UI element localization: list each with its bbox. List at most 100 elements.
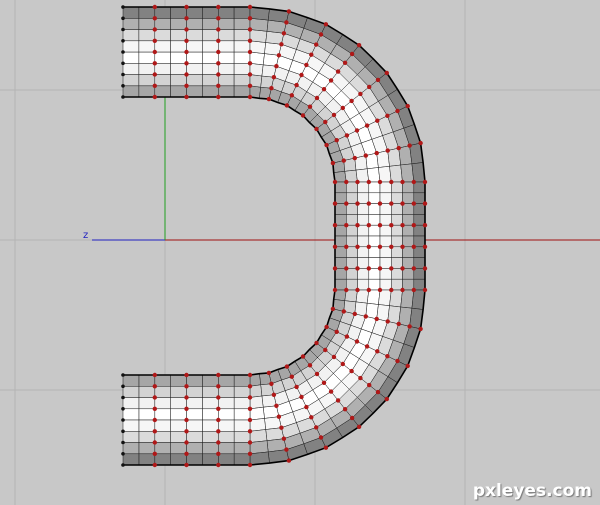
mesh-face xyxy=(346,235,358,248)
mesh-face xyxy=(391,203,403,215)
control-point xyxy=(184,429,189,434)
control-point xyxy=(328,389,334,394)
mesh-face xyxy=(154,51,171,64)
control-point xyxy=(389,201,394,206)
mesh-face xyxy=(334,246,347,258)
control-point xyxy=(334,138,339,143)
mesh-face xyxy=(170,397,187,410)
end-point xyxy=(121,440,125,445)
mesh-face xyxy=(346,268,358,280)
control-point xyxy=(247,395,253,400)
mesh-face xyxy=(154,408,171,421)
mesh-face xyxy=(138,386,156,398)
control-point xyxy=(352,155,357,161)
modeling-viewport[interactable]: z pxleyes.com xyxy=(0,0,600,505)
mesh-face xyxy=(122,74,140,87)
mesh-face xyxy=(346,203,358,215)
control-point xyxy=(284,20,289,25)
mesh-face xyxy=(357,203,370,215)
control-point xyxy=(340,105,345,111)
mesh-face xyxy=(122,40,140,53)
control-point xyxy=(377,266,383,271)
control-point xyxy=(334,329,339,334)
control-point xyxy=(332,266,338,271)
control-point xyxy=(356,424,362,429)
mesh-face xyxy=(138,6,156,19)
mesh-face xyxy=(218,29,235,42)
control-point xyxy=(184,72,189,77)
control-point xyxy=(375,118,380,123)
mesh-face xyxy=(122,51,140,64)
mesh-face xyxy=(186,63,203,75)
control-point xyxy=(323,445,329,450)
control-point xyxy=(355,266,360,271)
control-point xyxy=(407,324,412,329)
mesh-face xyxy=(138,85,156,98)
control-point xyxy=(184,440,189,445)
control-point xyxy=(184,451,189,456)
mesh-face xyxy=(186,442,203,455)
control-point xyxy=(328,78,334,83)
mesh-face xyxy=(379,246,392,258)
mesh-face xyxy=(389,289,403,308)
control-point xyxy=(422,244,428,249)
mesh-face xyxy=(379,203,392,215)
mesh-face xyxy=(218,419,235,432)
control-point xyxy=(184,61,189,66)
mesh-face xyxy=(391,181,403,194)
control-point xyxy=(216,440,221,445)
mesh-face xyxy=(233,74,251,87)
control-point xyxy=(247,49,253,55)
mesh-face xyxy=(202,18,219,30)
mesh-face xyxy=(122,453,140,466)
control-point xyxy=(266,96,272,102)
control-point xyxy=(377,287,383,293)
mesh-face xyxy=(413,214,426,226)
control-point xyxy=(247,384,253,389)
control-point xyxy=(332,179,338,185)
mesh-face xyxy=(233,29,251,42)
control-point xyxy=(152,406,157,411)
mesh-face xyxy=(154,40,171,53)
control-point xyxy=(400,266,405,271)
control-point xyxy=(184,462,189,468)
z-axis-label: z xyxy=(83,230,89,241)
mesh-face xyxy=(122,431,140,443)
control-point xyxy=(318,435,324,440)
control-point xyxy=(374,316,379,322)
mesh-face xyxy=(202,408,219,421)
mesh-face xyxy=(368,278,381,291)
mesh-face xyxy=(334,181,347,194)
control-point xyxy=(341,309,346,314)
end-point xyxy=(121,5,125,9)
control-point xyxy=(418,140,423,146)
control-point xyxy=(216,27,221,32)
control-point xyxy=(152,429,157,434)
mesh-face xyxy=(389,164,403,183)
mesh-face xyxy=(122,85,140,98)
control-point xyxy=(418,326,423,332)
mesh-face xyxy=(202,51,219,64)
mesh-face xyxy=(154,374,171,387)
control-point xyxy=(400,223,405,228)
control-point xyxy=(216,72,221,77)
control-point xyxy=(323,347,328,353)
mesh-face xyxy=(186,18,203,30)
mesh-face xyxy=(249,18,269,32)
mesh-face xyxy=(379,257,392,269)
end-point xyxy=(121,84,125,88)
control-point xyxy=(152,384,157,389)
mesh-face xyxy=(170,442,187,455)
mesh-face xyxy=(402,257,415,269)
mesh-face xyxy=(357,268,370,280)
mesh-face xyxy=(154,74,171,87)
mesh-face xyxy=(368,246,381,258)
control-point xyxy=(269,381,274,386)
end-point xyxy=(121,452,125,456)
end-point xyxy=(121,72,125,77)
control-point xyxy=(396,321,401,327)
control-point xyxy=(389,287,394,293)
control-point xyxy=(411,244,416,249)
viewport-canvas[interactable] xyxy=(0,0,600,505)
mesh-face xyxy=(334,257,347,269)
